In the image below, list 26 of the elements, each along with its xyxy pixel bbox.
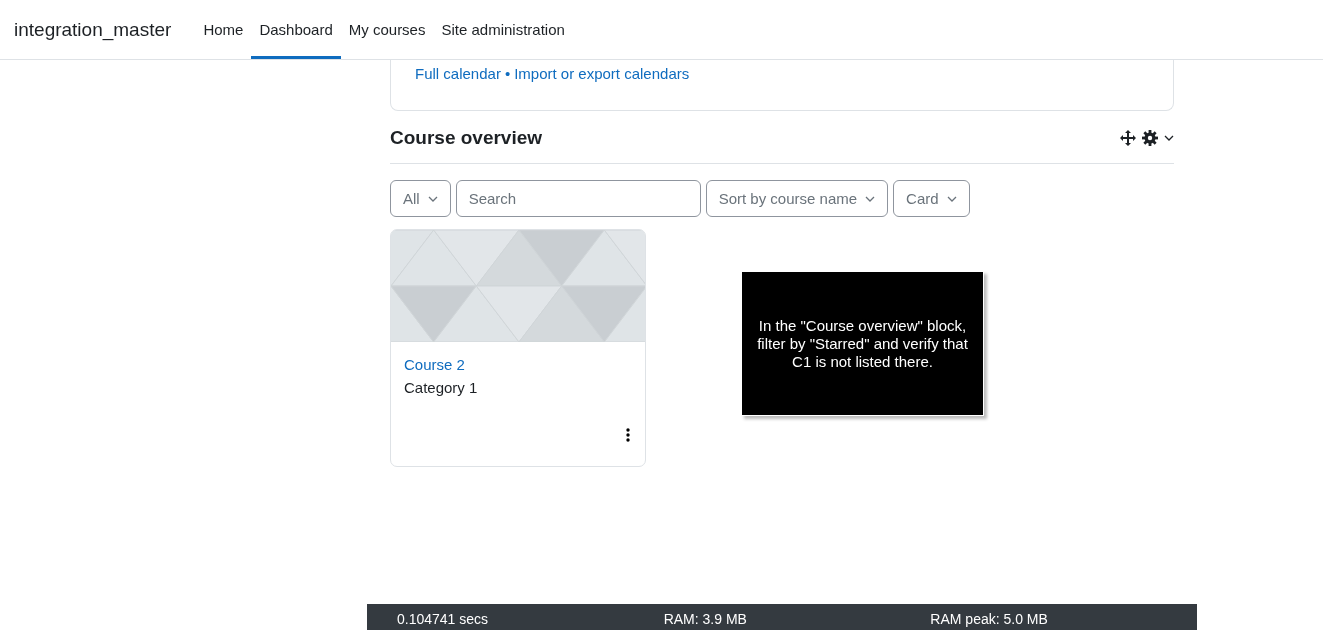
nav-link[interactable]: Site administration — [433, 0, 573, 59]
course-link[interactable]: Course 2 — [404, 356, 632, 373]
site-name[interactable]: integration_master — [14, 0, 172, 59]
filter-dropdown[interactable]: Card — [893, 180, 970, 217]
search-field[interactable]: Search — [455, 180, 701, 217]
filter-dropdown[interactable]: Sort by course name — [705, 180, 889, 217]
more-options-icon[interactable] — [624, 426, 632, 444]
instruction-tooltip: In the "Course overview" block, filter by "Starred" and verify that C1 is not listed there. — [741, 271, 984, 416]
performance-stat: RAM peak: 5.0 MB — [930, 611, 1049, 629]
filter-dropdown[interactable]: All — [390, 180, 451, 217]
nav-link[interactable]: My courses — [340, 0, 434, 59]
separator-dot: • — [504, 65, 511, 82]
chevron-down-icon — [1164, 135, 1174, 141]
block-title: Course overview — [390, 127, 543, 149]
calendar-link[interactable]: Full calendar — [415, 65, 501, 82]
calendar-link[interactable]: Import or export calendars — [514, 65, 690, 82]
chevron-down-icon — [946, 195, 957, 202]
nav-link[interactable]: Dashboard — [251, 0, 341, 59]
performance-stat: 0.104741 secs — [397, 611, 490, 629]
move-icon[interactable] — [1120, 130, 1136, 146]
chevron-down-icon — [427, 195, 438, 202]
performance-stat: RAM: 3.9 MB — [663, 611, 748, 629]
settings-icon[interactable] — [1142, 130, 1158, 146]
nav-link[interactable]: Home — [195, 0, 252, 59]
chevron-down-icon — [865, 195, 876, 202]
course-category: Category 1 — [404, 379, 479, 396]
